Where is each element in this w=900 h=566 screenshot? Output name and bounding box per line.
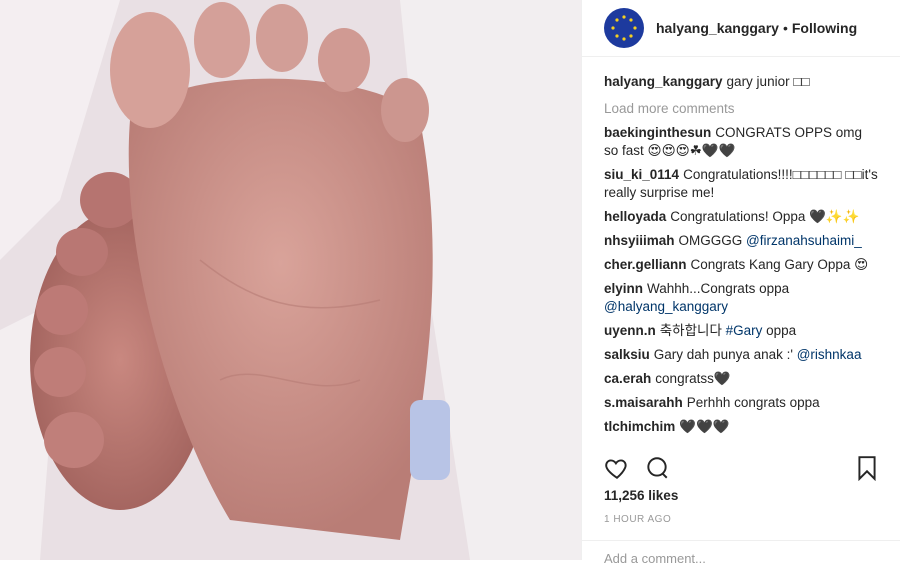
comment-text: Congrats Kang Gary Oppa 😍 bbox=[690, 257, 869, 272]
caption: halyang_kanggary gary junior □□ bbox=[604, 73, 880, 91]
eu-stars-icon bbox=[611, 15, 637, 41]
comment-divider bbox=[582, 540, 900, 541]
following-button[interactable]: Following bbox=[792, 20, 857, 36]
comment: cher.gelliann Congrats Kang Gary Oppa 😍 bbox=[604, 256, 880, 274]
comment: uyenn.n 축하합니다 #Gary oppa bbox=[604, 322, 880, 340]
comment: helloyada Congratulations! Oppa 🖤✨✨ bbox=[604, 208, 880, 226]
comment-username[interactable]: elyinn bbox=[604, 281, 643, 296]
comment-text-after: oppa bbox=[762, 323, 797, 338]
baby-feet-image bbox=[0, 0, 581, 560]
comment-text: 축하합니다 bbox=[659, 323, 722, 338]
caption-username[interactable]: halyang_kanggary bbox=[604, 74, 723, 89]
comment-username[interactable]: salksiu bbox=[604, 347, 650, 362]
instagram-post-view: halyang_kanggary • Following halyang_kangg… bbox=[0, 0, 900, 566]
load-more-comments-link[interactable]: Load more comments bbox=[604, 101, 880, 116]
likes-count[interactable]: 11,256 likes bbox=[604, 488, 678, 503]
comment-text: congratss🖤 bbox=[655, 371, 731, 386]
heart-icon[interactable] bbox=[604, 455, 630, 481]
comment: s.maisarahh Perhhh congrats oppa bbox=[604, 394, 880, 412]
comment-icon[interactable] bbox=[644, 455, 670, 481]
separator: • bbox=[782, 20, 788, 36]
comments-list: halyang_kanggary gary junior □□ Load more… bbox=[582, 57, 900, 443]
comment-text: 🖤🖤🖤 bbox=[679, 419, 730, 434]
comment: ca.erah congratss🖤 bbox=[604, 370, 880, 388]
post-side-panel: halyang_kanggary • Following halyang_kangg… bbox=[581, 0, 900, 566]
bookmark-icon[interactable] bbox=[856, 455, 882, 482]
comment-text: OMGGGG bbox=[678, 233, 743, 248]
avatar[interactable] bbox=[604, 8, 644, 48]
comment-username[interactable]: baekinginthesun bbox=[604, 125, 711, 140]
comment-username[interactable]: siu_ki_0114 bbox=[604, 167, 679, 182]
post-photo[interactable] bbox=[0, 0, 581, 560]
post-header: halyang_kanggary • Following bbox=[582, 0, 900, 57]
comment-text: Perhhh congrats oppa bbox=[686, 395, 820, 410]
comment-text: Wahhh...Congrats oppa bbox=[647, 281, 790, 296]
action-bar bbox=[604, 454, 882, 482]
comment-username[interactable]: helloyada bbox=[604, 209, 666, 224]
comment: nhsyiiimah OMGGGG @firzanahsuhaimi_ bbox=[604, 232, 880, 250]
comment-text: Congratulations! Oppa 🖤✨✨ bbox=[670, 209, 860, 224]
mention-link[interactable]: @rishnkaa bbox=[797, 347, 862, 362]
mention-link[interactable]: @firzanahsuhaimi_ bbox=[746, 233, 862, 248]
comment-username[interactable]: tlchimchim bbox=[604, 419, 675, 434]
comment-username[interactable]: nhsyiiimah bbox=[604, 233, 675, 248]
comment: elyinn Wahhh...Congrats oppa @halyang_kang… bbox=[604, 280, 880, 316]
comment-username[interactable]: uyenn.n bbox=[604, 323, 656, 338]
caption-text: gary junior □□ bbox=[726, 74, 810, 89]
comment-text: Gary dah punya anak :' bbox=[653, 347, 793, 362]
comment-username[interactable]: s.maisarahh bbox=[604, 395, 683, 410]
add-comment-input[interactable]: Add a comment... bbox=[604, 551, 706, 566]
comment: baekinginthesun CONGRATS OPPS omg so fast… bbox=[604, 124, 880, 160]
mention-link[interactable]: @halyang_kanggary bbox=[604, 299, 728, 314]
post-timestamp[interactable]: 1 HOUR AGO bbox=[604, 514, 671, 525]
comment-username[interactable]: ca.erah bbox=[604, 371, 651, 386]
hashtag-link[interactable]: #Gary bbox=[726, 323, 763, 338]
comment: tlchimchim 🖤🖤🖤 bbox=[604, 418, 880, 436]
comment: siu_ki_0114 Congratulations!!!!□□□□□□ □□i… bbox=[604, 166, 880, 202]
comment-username[interactable]: cher.gelliann bbox=[604, 257, 687, 272]
owner-line: halyang_kanggary • Following bbox=[656, 20, 857, 36]
owner-username[interactable]: halyang_kanggary bbox=[656, 20, 779, 36]
comment: salksiu Gary dah punya anak :' @rishnkaa bbox=[604, 346, 880, 364]
